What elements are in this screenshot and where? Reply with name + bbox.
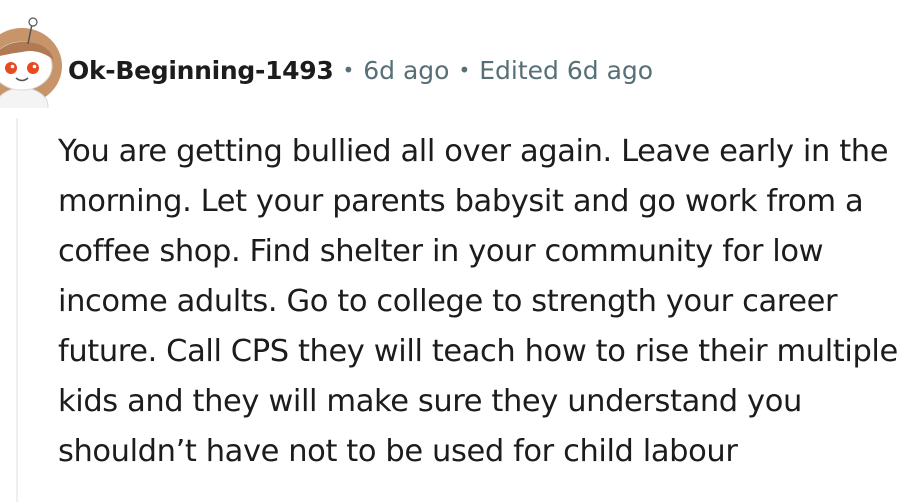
comment-body: You are getting bullied all over again. … (58, 134, 898, 469)
thread-line[interactable] (16, 118, 18, 502)
comment-header: Ok-Beginning-1493 • 6d ago • Edited 6d a… (68, 48, 653, 92)
edited-label: Edited 6d ago (479, 55, 654, 85)
separator-dot: • (342, 58, 355, 82)
comment: Ok-Beginning-1493 • 6d ago • Edited 6d a… (0, 0, 920, 502)
snoo-avatar-icon (0, 17, 62, 108)
separator-dot: • (458, 58, 471, 82)
avatar[interactable] (0, 8, 66, 108)
comment-age[interactable]: 6d ago (363, 56, 449, 85)
author-username[interactable]: Ok-Beginning-1493 (68, 56, 334, 85)
